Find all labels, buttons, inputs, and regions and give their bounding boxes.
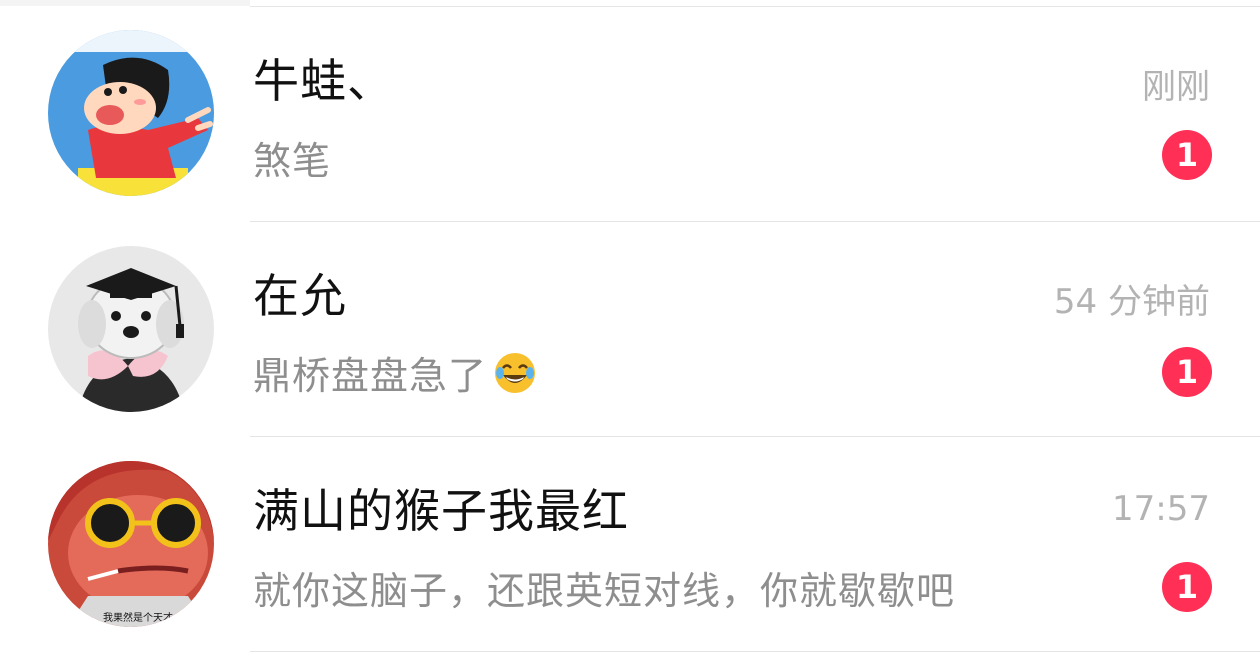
message-preview-text: 鼎桥盘盘急了: [253, 354, 488, 398]
unread-badge: 1: [1162, 562, 1212, 612]
message-preview: 鼎桥盘盘急了: [253, 345, 537, 404]
contact-name: 满山的猴子我最红: [253, 484, 629, 538]
top-edge-shade: [0, 0, 250, 6]
dog-graduation-cap-avatar[interactable]: [48, 246, 214, 412]
cartoon-boy-avatar[interactable]: [48, 30, 214, 196]
message-preview: 煞笔: [253, 139, 332, 183]
unread-badge: 1: [1162, 347, 1212, 397]
row-divider: [250, 651, 1260, 652]
conversation-row[interactable]: 牛蛙、 刚刚 煞笔 1: [0, 7, 1260, 222]
message-time: 刚刚: [1142, 67, 1210, 107]
message-time: 54 分钟前: [1053, 282, 1210, 322]
cartoon-sunglasses-avatar[interactable]: 我果然是个天才: [48, 461, 214, 627]
avatar-caption: 我果然是个天才: [103, 611, 173, 624]
conversation-row[interactable]: 我果然是个天才 满山的猴子我最红 17:57 就你这脑子，还跟英短对线，你就歇歇…: [0, 437, 1260, 652]
contact-name: 牛蛙、: [253, 54, 394, 108]
conversation-list: 牛蛙、 刚刚 煞笔 1 在允 54 分钟前 鼎桥盘盘急了 1 我果然是个天才 满…: [0, 7, 1260, 652]
laughing-tears-emoji: [493, 351, 537, 404]
contact-name: 在允: [253, 269, 347, 323]
message-preview: 就你这脑子，还跟英短对线，你就歇歇吧: [253, 569, 956, 613]
unread-badge: 1: [1162, 130, 1212, 180]
conversation-row[interactable]: 在允 54 分钟前 鼎桥盘盘急了 1: [0, 222, 1260, 437]
message-time: 17:57: [1112, 489, 1210, 529]
